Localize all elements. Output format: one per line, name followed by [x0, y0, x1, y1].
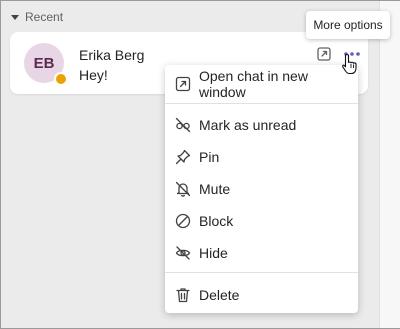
tooltip-text: More options [313, 18, 383, 32]
avatar-initials: EB [33, 54, 55, 72]
section-label: Recent [25, 10, 64, 24]
menu-item-label: Open chat in new window [199, 68, 308, 100]
caret-down-icon [11, 14, 19, 20]
menu-item-label: Mark as unread [199, 117, 297, 133]
delete-icon [175, 287, 191, 303]
popout-icon[interactable] [316, 46, 332, 62]
menu-item-label: Hide [199, 245, 228, 261]
menu-item-label: Mute [199, 181, 231, 197]
menu-item-mute[interactable]: Mute [165, 174, 358, 204]
block-icon [175, 213, 191, 229]
context-menu: Open chat in new window Mark as unread P… [165, 65, 358, 313]
presence-away-badge [54, 72, 68, 86]
side-pane [379, 1, 400, 328]
pin-icon [175, 149, 191, 165]
menu-item-mark-as-unread[interactable]: Mark as unread [165, 110, 358, 140]
menu-item-delete[interactable]: Delete [165, 280, 358, 310]
menu-separator [165, 272, 358, 273]
open-in-window-icon [175, 76, 191, 92]
menu-item-block[interactable]: Block [165, 206, 358, 236]
chat-contact-name: Erika Berg [79, 47, 145, 63]
chat-message-preview: Hey! [79, 67, 108, 83]
menu-separator [165, 103, 358, 104]
bell-off-icon [175, 181, 191, 197]
menu-item-pin[interactable]: Pin [165, 142, 358, 172]
more-options-tooltip: More options [306, 11, 390, 39]
eye-off-icon [175, 117, 191, 133]
chat-list-pane: Recent EB Erika Berg Hey! Open chat in n… [1, 1, 379, 328]
menu-item-label: Block [199, 213, 234, 229]
hide-icon [175, 245, 191, 261]
hand-cursor-icon [341, 53, 359, 75]
menu-item-hide[interactable]: Hide [165, 238, 358, 268]
menu-item-label: Pin [199, 149, 220, 165]
menu-item-open-in-new-window[interactable]: Open chat in new window [165, 68, 358, 100]
menu-item-label: Delete [199, 287, 240, 303]
recent-section-header[interactable]: Recent [11, 10, 63, 24]
